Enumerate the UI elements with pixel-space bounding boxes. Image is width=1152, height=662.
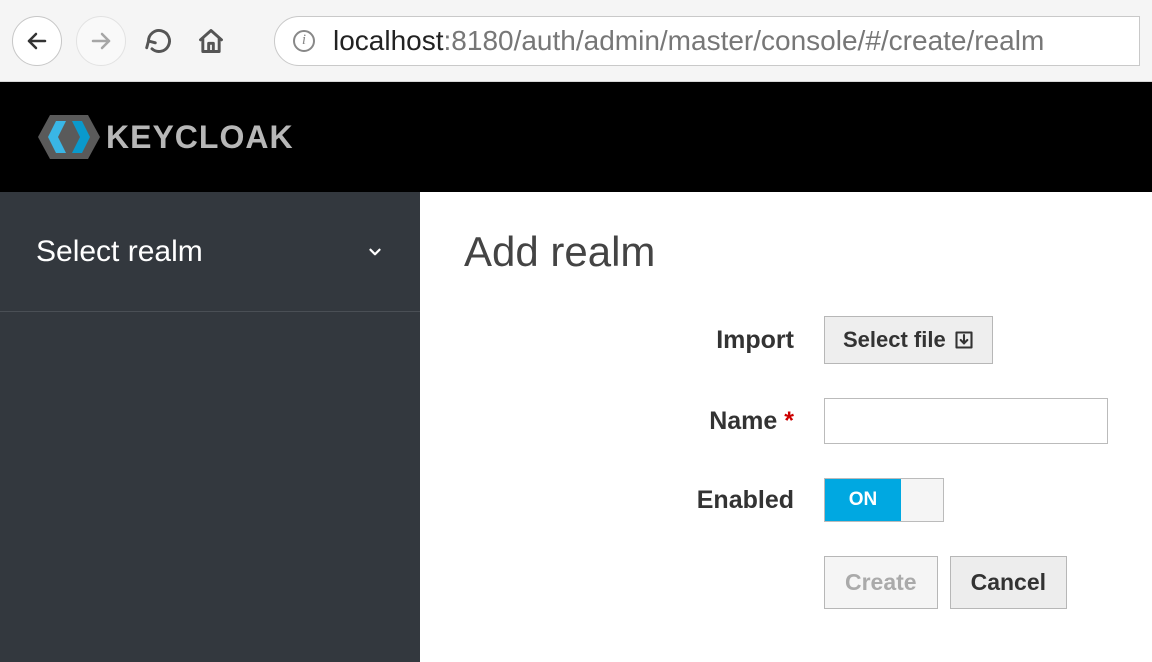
realm-selector[interactable]: Select realm bbox=[0, 192, 420, 312]
keycloak-logo-mark-icon bbox=[38, 115, 100, 159]
form-row-import: Import Select file bbox=[464, 316, 1108, 364]
form-row-enabled: Enabled ON bbox=[464, 478, 1108, 522]
keycloak-logo[interactable]: KEYCLOAK bbox=[38, 115, 294, 159]
browser-chrome: i localhost:8180/auth/admin/master/conso… bbox=[0, 0, 1152, 82]
app-header: KEYCLOAK bbox=[0, 82, 1152, 192]
enabled-toggle[interactable]: ON bbox=[824, 478, 944, 522]
arrow-right-icon bbox=[89, 29, 113, 53]
name-input[interactable] bbox=[824, 398, 1108, 444]
realm-selector-label: Select realm bbox=[36, 235, 203, 269]
required-asterisk: * bbox=[784, 407, 794, 435]
form-actions: Create Cancel bbox=[824, 556, 1108, 609]
browser-reload-button[interactable] bbox=[140, 22, 178, 60]
arrow-left-icon bbox=[25, 29, 49, 53]
form-row-name: Name * bbox=[464, 398, 1108, 444]
address-bar[interactable]: i localhost:8180/auth/admin/master/conso… bbox=[274, 16, 1140, 66]
cancel-button[interactable]: Cancel bbox=[950, 556, 1067, 609]
name-label: Name * bbox=[464, 407, 824, 436]
import-icon bbox=[954, 330, 974, 350]
select-file-label: Select file bbox=[843, 327, 946, 353]
page-title: Add realm bbox=[464, 228, 1108, 276]
browser-home-button[interactable] bbox=[192, 22, 230, 60]
select-file-button[interactable]: Select file bbox=[824, 316, 993, 364]
url-text: localhost:8180/auth/admin/master/console… bbox=[333, 25, 1044, 57]
browser-forward-button bbox=[76, 16, 126, 66]
keycloak-logo-text: KEYCLOAK bbox=[106, 119, 294, 156]
toggle-on-label: ON bbox=[825, 479, 901, 521]
create-button[interactable]: Create bbox=[824, 556, 938, 609]
browser-back-button[interactable] bbox=[12, 16, 62, 66]
site-info-icon[interactable]: i bbox=[293, 30, 315, 52]
reload-icon bbox=[145, 27, 173, 55]
enabled-label: Enabled bbox=[464, 486, 824, 515]
home-icon bbox=[197, 27, 225, 55]
import-label: Import bbox=[464, 326, 824, 355]
sidebar: Select realm bbox=[0, 192, 420, 662]
app-body: Select realm Add realm Import Select fil… bbox=[0, 192, 1152, 662]
chevron-down-icon bbox=[366, 243, 384, 261]
toggle-handle bbox=[901, 479, 943, 521]
main-content: Add realm Import Select file Name * Enab… bbox=[420, 192, 1152, 662]
